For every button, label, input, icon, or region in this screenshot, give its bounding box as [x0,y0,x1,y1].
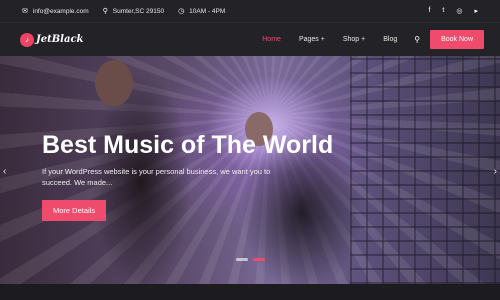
location-text: Sumter,SC 29150 [112,7,165,15]
nav-item-pages[interactable]: Pages + [290,36,334,43]
nav-item-blog[interactable]: Blog [374,36,406,43]
instagram-icon[interactable]: ◎ [456,7,462,15]
top-info-bar: ✉ info@example.com ⚲ Sumter,SC 29150 ◷ 1… [0,0,500,22]
map-pin-icon: ⚲ [102,8,108,15]
prev-slide-icon[interactable]: ‹ [3,166,6,177]
more-details-button[interactable]: More Details [42,200,107,221]
nav-item-home[interactable]: Home [253,36,290,43]
hours-text: 10AM - 4PM [189,7,226,15]
twitter-icon[interactable]: t [442,7,444,15]
hero-subtitle: If your WordPress website is your person… [42,167,271,187]
stage-truss [350,56,500,284]
youtube-icon[interactable]: ▸ [474,7,478,15]
search-icon[interactable]: ⚲ [414,35,420,44]
hours-info: ◷ 10AM - 4PM [178,7,226,16]
hero-title: Best Music of The World [42,131,334,159]
slider-dots [236,258,265,261]
hero-content: Best Music of The World If your WordPres… [42,130,362,221]
guitarist-head [95,60,133,106]
music-note-icon: ♪ [20,32,34,47]
logo-text: JetBlack [36,34,84,45]
nav-menu: Home Pages + Shop + Blog ⚲ Book Now [253,30,484,49]
book-now-button[interactable]: Book Now [430,30,484,49]
page-bottom-strip [0,284,500,300]
slide-dot-1[interactable] [236,258,248,261]
location-info: ⚲ Sumter,SC 29150 [102,7,165,16]
facebook-icon[interactable]: f [428,7,430,15]
main-navbar: ♪ JetBlack Home Pages + Shop + Blog ⚲ Bo… [0,22,500,56]
next-slide-icon[interactable]: › [494,166,497,177]
nav-item-shop[interactable]: Shop + [334,36,374,43]
email-text: info@example.com [32,7,89,15]
email-info[interactable]: ✉ info@example.com [22,7,89,16]
envelope-icon: ✉ [22,8,28,15]
site-logo[interactable]: ♪ JetBlack [20,32,84,47]
social-links: f t ◎ ▸ [428,7,478,15]
slide-dot-2[interactable] [253,258,265,261]
clock-icon: ◷ [178,8,185,15]
hero-slider: Best Music of The World If your WordPres… [0,56,500,284]
